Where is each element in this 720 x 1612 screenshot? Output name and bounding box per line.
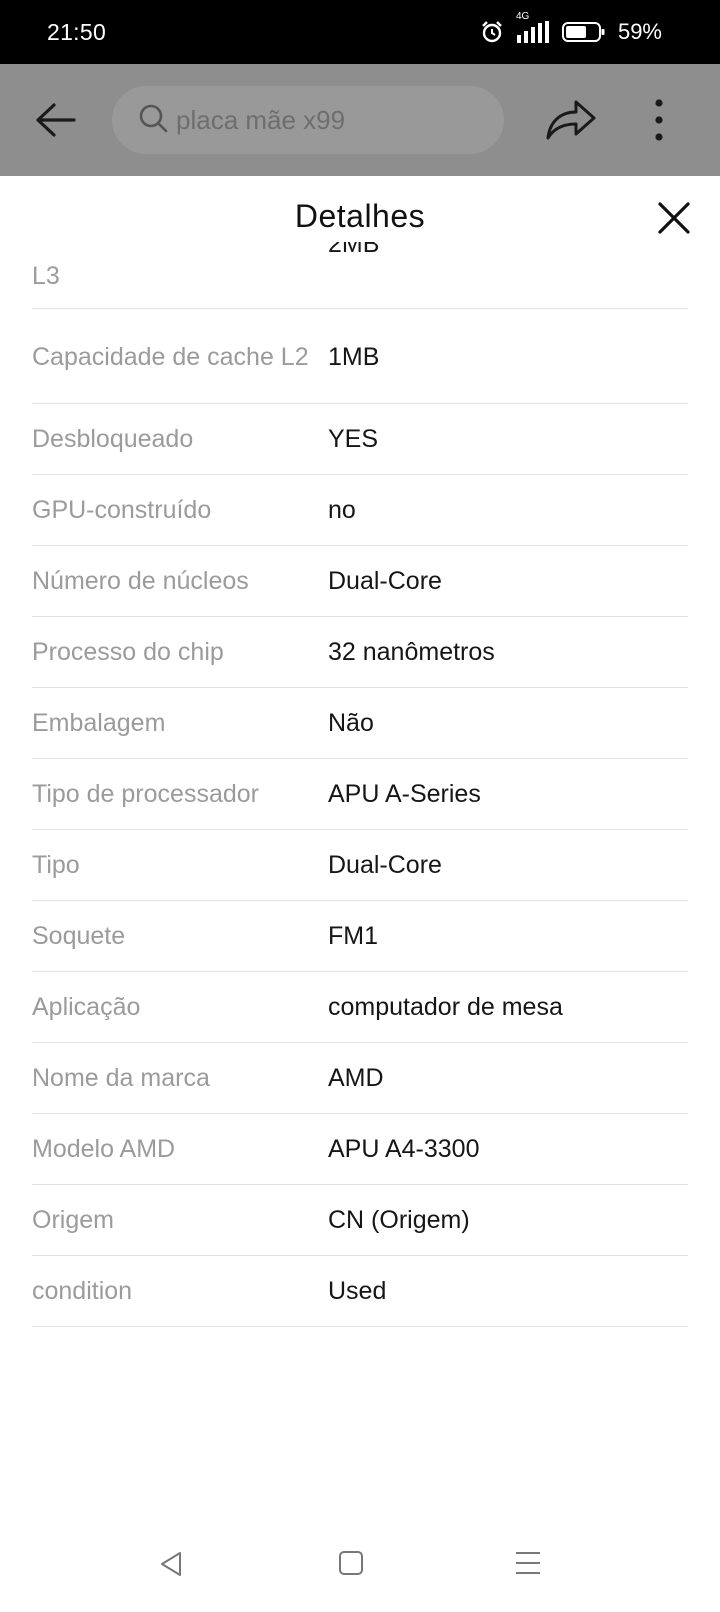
spec-label: Embalagem [32, 709, 166, 737]
sheet-title: Detalhes [294, 198, 426, 234]
spec-value: YES [328, 425, 379, 453]
spec-value: CN (Origem) [328, 1206, 470, 1234]
spec-value: computador de mesa [328, 993, 563, 1021]
spec-label: GPU-construído [32, 496, 212, 524]
spec-label: Tipo de processador [32, 780, 259, 808]
alarm-icon [480, 20, 504, 44]
spec-row: Modelo AMD APU A4-3300 [32, 1114, 688, 1185]
spec-value: Dual-Core [328, 851, 442, 879]
spec-row: Número de núcleos Dual-Core [32, 546, 688, 617]
spec-row: Tipo de processador APU A-Series [32, 759, 688, 830]
spec-value: Used [328, 1277, 387, 1305]
spec-row: Soquete FM1 [32, 901, 688, 972]
spec-label: condition [32, 1277, 133, 1305]
spec-row: Origem CN (Origem) [32, 1185, 688, 1256]
spec-label: Modelo AMD [32, 1135, 176, 1163]
nav-back-icon[interactable] [158, 1550, 184, 1583]
spec-row: Embalagem Não [32, 688, 688, 759]
spec-row: Desbloqueado YES [32, 404, 688, 475]
spec-value: AMD [328, 1064, 384, 1092]
spec-value: 2MB [328, 242, 380, 258]
app-header: placa mãe x99 [0, 64, 720, 176]
details-sheet: Detalhes L3 2MB Capacidade de cache L2 1… [0, 176, 720, 1612]
back-arrow-icon[interactable] [30, 94, 82, 146]
spec-row: Aplicação computador de mesa [32, 972, 688, 1043]
spec-value: Dual-Core [328, 567, 442, 595]
spec-label: Origem [32, 1206, 114, 1234]
status-bar: 21:50 4G 59% [0, 0, 720, 64]
spec-label: Tipo [32, 851, 80, 879]
status-icons: 4G 59% [480, 11, 662, 45]
spec-row: Nome da marca AMD [32, 1043, 688, 1114]
spec-row: L3 2MB [32, 242, 688, 309]
spec-value: FM1 [328, 922, 378, 950]
share-icon[interactable] [544, 94, 598, 144]
search-placeholder: placa mãe x99 [176, 104, 346, 135]
spec-value: Não [328, 709, 374, 737]
battery-percent: 59% [617, 19, 662, 44]
search-input[interactable]: placa mãe x99 [112, 86, 504, 154]
network-type: 4G [515, 11, 530, 22]
spec-label: Soquete [32, 922, 126, 950]
spec-row: GPU-construído no [32, 475, 688, 546]
nav-home-icon[interactable] [338, 1550, 364, 1581]
more-vert-icon[interactable] [644, 94, 674, 146]
nav-menu-icon[interactable] [514, 1550, 542, 1581]
spec-label: Número de núcleos [32, 567, 249, 595]
spec-label: Aplicação [32, 993, 141, 1021]
status-time: 21:50 [47, 18, 107, 45]
spec-label: Processo do chip [32, 638, 224, 666]
spec-value: APU A4-3300 [328, 1135, 480, 1163]
spec-row: condition Used [32, 1256, 688, 1327]
spec-row: Processo do chip 32 nanômetros [32, 617, 688, 688]
spec-label: Desbloqueado [32, 425, 194, 453]
spec-row: Tipo Dual-Core [32, 830, 688, 901]
spec-list[interactable]: L3 2MB Capacidade de cache L2 1MB Desblo… [32, 242, 688, 1542]
system-nav-bar [0, 1512, 720, 1612]
spec-label: L3 [32, 262, 60, 290]
spec-value: 1MB [328, 342, 380, 371]
spec-label: Capacidade de cache L2 [32, 342, 309, 371]
spec-label: Nome da marca [32, 1064, 210, 1092]
search-icon [138, 103, 168, 138]
spec-value: no [328, 496, 356, 524]
spec-row: Capacidade de cache L2 1MB [32, 310, 688, 404]
signal-icon: 4G [516, 11, 550, 43]
close-icon[interactable] [654, 198, 694, 238]
spec-value: APU A-Series [328, 780, 481, 808]
battery-icon [561, 21, 606, 43]
spec-value: 32 nanômetros [328, 638, 495, 666]
